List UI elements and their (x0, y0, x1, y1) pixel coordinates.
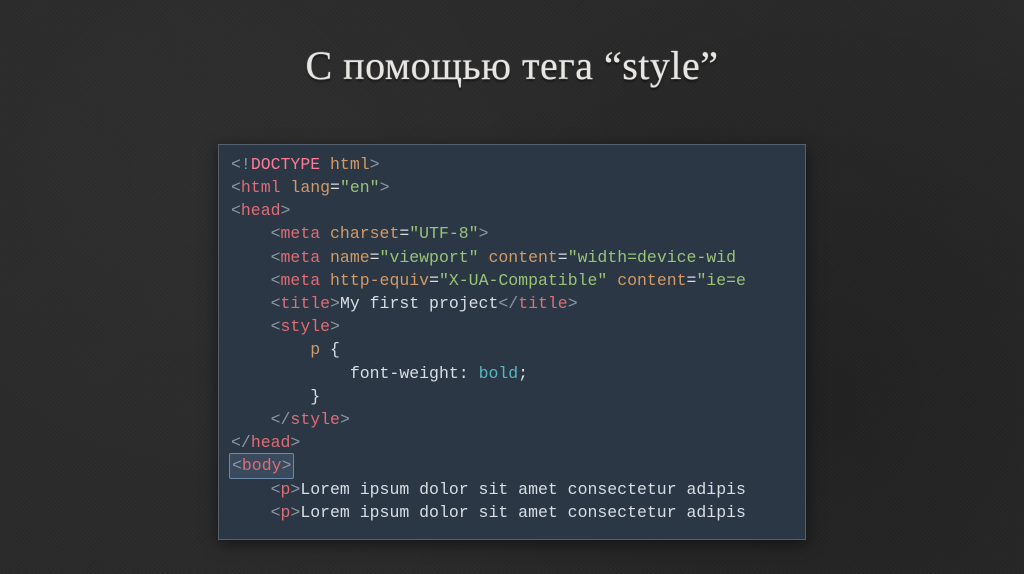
code-block: <!DOCTYPE html> <html lang="en"> <head> … (219, 145, 805, 524)
slide: С помощью тега “style” <!DOCTYPE html> <… (0, 0, 1024, 574)
slide-title: С помощью тега “style” (305, 42, 718, 89)
code-screenshot-box: <!DOCTYPE html> <html lang="en"> <head> … (218, 144, 806, 540)
highlighted-body-open: <body> (229, 453, 294, 478)
